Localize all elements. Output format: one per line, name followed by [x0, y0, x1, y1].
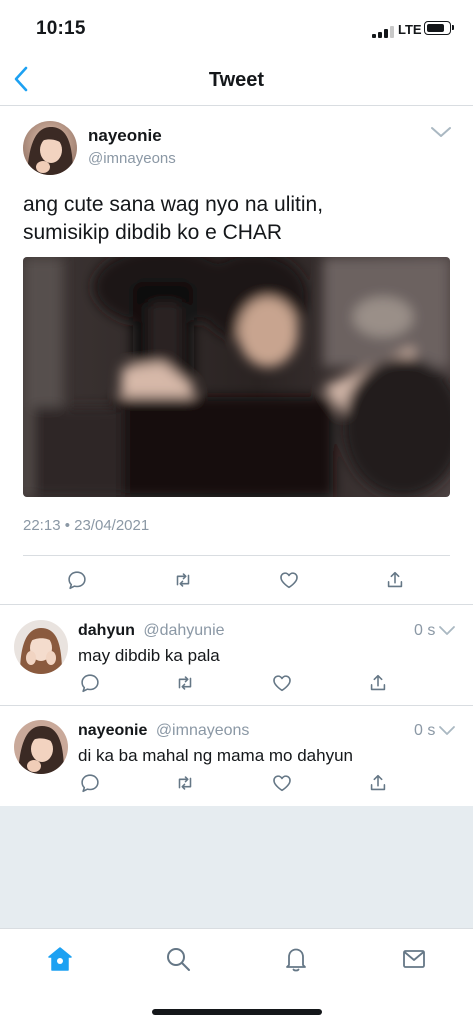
reply-button[interactable] [66, 569, 90, 593]
reply-icon [68, 571, 86, 590]
avatar[interactable] [14, 720, 68, 774]
empty-space [0, 806, 473, 928]
retweet-icon [178, 676, 192, 690]
avatar-photo [14, 620, 68, 674]
main-tweet: nayeonie @imnayeons ang cute sana wag ny… [0, 107, 473, 605]
tab-bar [0, 928, 473, 1024]
tweet-timestamp: 22:13 • 23/04/2021 [23, 517, 150, 534]
reply-menu-button[interactable] [438, 624, 456, 636]
tab-search[interactable] [164, 945, 192, 973]
home-indicator[interactable] [152, 1009, 322, 1015]
share-icon [370, 774, 386, 791]
author-name[interactable]: nayeonie [88, 126, 162, 146]
share-button[interactable] [367, 772, 391, 796]
reply-time: 0 s [414, 722, 436, 739]
chevron-down-icon [439, 626, 455, 635]
reply-author-name[interactable]: nayeonie [78, 722, 147, 739]
retweet-icon [178, 776, 192, 790]
page-title: Tweet [208, 69, 265, 91]
battery-icon [424, 21, 454, 35]
like-icon [280, 572, 298, 589]
tweet-actions [0, 569, 473, 599]
reply-time: 0 s [414, 622, 436, 639]
share-icon [387, 571, 403, 588]
reply-actions [0, 672, 473, 702]
like-icon [273, 775, 291, 792]
reply-header: dahyun @dahyunie [78, 622, 225, 640]
tab-messages[interactable] [400, 945, 428, 973]
retweet-icon [176, 573, 190, 587]
reply-menu-button[interactable] [438, 724, 456, 736]
reply-icon [81, 674, 99, 693]
reply-icon [81, 774, 99, 793]
blurred-photo [23, 257, 450, 497]
reply-text: may dibdib ka pala [78, 646, 220, 665]
tweet-text-line: ang cute sana wag nyo na ulitin, [23, 193, 324, 216]
avatar-photo [23, 121, 77, 175]
reply-button[interactable] [79, 672, 103, 696]
tweet-image[interactable] [23, 257, 450, 497]
retweet-button[interactable] [172, 569, 196, 593]
like-button[interactable] [278, 569, 302, 593]
reply-author-handle[interactable]: @dahyunie [143, 622, 224, 639]
reply-author-handle[interactable]: @imnayeons [156, 722, 250, 739]
reply-button[interactable] [79, 772, 103, 796]
reply-actions [0, 772, 473, 802]
reply-tweet[interactable]: nayeonie @imnayeons 0 s di ka ba mahal n… [0, 706, 473, 806]
like-button[interactable] [271, 672, 295, 696]
tweet-text-line: sumisikip dibdib ko e CHAR [23, 221, 283, 244]
reply-header: nayeonie @imnayeons [78, 722, 249, 740]
share-icon [370, 674, 386, 691]
chevron-down-icon [431, 127, 451, 137]
search-icon [167, 948, 190, 971]
tab-notifications[interactable] [282, 945, 310, 973]
reply-text: di ka ba mahal ng mama mo dahyun [78, 746, 353, 765]
avatar[interactable] [23, 121, 77, 175]
retweet-button[interactable] [174, 772, 198, 796]
nav-bar: Tweet [0, 52, 473, 106]
share-button[interactable] [367, 672, 391, 696]
status-bar: 10:15 LTE [0, 0, 473, 52]
retweet-button[interactable] [174, 672, 198, 696]
divider [23, 555, 450, 556]
reply-author-name[interactable]: dahyun [78, 622, 135, 639]
battery-level [427, 24, 444, 32]
avatar[interactable] [14, 620, 68, 674]
tab-home[interactable] [46, 945, 74, 973]
home-icon [48, 947, 72, 971]
cellular-signal-icon [372, 26, 394, 38]
like-button[interactable] [271, 772, 295, 796]
tweet-text: ang cute sana wag nyo na ulitin, sumisik… [23, 191, 453, 247]
like-icon [273, 675, 291, 692]
network-type: LTE [398, 22, 422, 37]
notifications-icon [286, 948, 306, 972]
author-handle[interactable]: @imnayeons [88, 150, 176, 167]
share-button[interactable] [384, 569, 408, 593]
reply-tweet[interactable]: dahyun @dahyunie 0 s may dibdib ka pala [0, 606, 473, 706]
tweet-menu-button[interactable] [430, 125, 452, 139]
messages-icon [403, 950, 425, 968]
status-time: 10:15 [36, 18, 86, 39]
chevron-down-icon [439, 726, 455, 735]
avatar-photo [14, 720, 68, 774]
